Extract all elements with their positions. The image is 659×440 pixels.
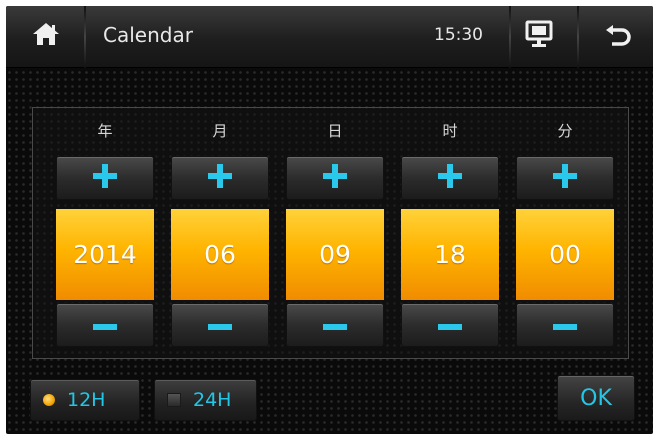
month-increment-button[interactable] (171, 156, 269, 200)
unselected-indicator-icon (167, 393, 181, 407)
header-divider (577, 6, 579, 68)
minus-icon (91, 316, 119, 335)
header-bar: Calendar 15:30 (6, 6, 653, 68)
24h-format-button[interactable]: 24H (154, 379, 257, 421)
minute-increment-button[interactable] (516, 156, 614, 200)
minus-icon (551, 316, 579, 335)
24h-label: 24H (193, 389, 232, 411)
month-decrement-button[interactable] (171, 303, 269, 347)
home-icon (31, 21, 61, 51)
clock: 15:30 (434, 25, 483, 45)
plus-icon (551, 162, 579, 194)
back-button[interactable] (598, 18, 638, 54)
minute-label: 分 (557, 122, 573, 140)
header-divider (509, 6, 511, 68)
page-title: Calendar (103, 23, 193, 47)
minus-icon (321, 316, 349, 335)
calendar-screen: Calendar 15:30 年 2014 月 06 日 09 时 18 分 0… (6, 6, 653, 434)
plus-icon (436, 162, 464, 194)
hour-value: 18 (401, 209, 499, 300)
ok-button[interactable]: OK (557, 375, 635, 421)
day-label: 日 (327, 122, 343, 140)
hour-increment-button[interactable] (401, 156, 499, 200)
month-label: 月 (212, 122, 228, 140)
selected-indicator-icon (43, 394, 55, 406)
day-decrement-button[interactable] (286, 303, 384, 347)
plus-icon (206, 162, 234, 194)
month-value: 06 (171, 209, 269, 300)
date-time-panel: 年 2014 月 06 日 09 时 18 分 00 (32, 107, 629, 359)
plus-icon (321, 162, 349, 194)
display-icon (524, 19, 554, 53)
home-button[interactable] (26, 20, 66, 52)
12h-format-button[interactable]: 12H (30, 379, 140, 421)
year-increment-button[interactable] (56, 156, 154, 200)
12h-label: 12H (67, 389, 106, 411)
minute-column: 分 00 (516, 108, 614, 360)
year-label: 年 (97, 122, 113, 140)
hour-label: 时 (442, 122, 458, 140)
day-column: 日 09 (286, 108, 384, 360)
year-column: 年 2014 (56, 108, 154, 360)
header-divider (84, 6, 86, 68)
day-increment-button[interactable] (286, 156, 384, 200)
plus-icon (91, 162, 119, 194)
minus-icon (436, 316, 464, 335)
month-column: 月 06 (171, 108, 269, 360)
minute-value: 00 (516, 209, 614, 300)
display-button[interactable] (520, 18, 558, 54)
day-value: 09 (286, 209, 384, 300)
hour-column: 时 18 (401, 108, 499, 360)
minus-icon (206, 316, 234, 335)
hour-decrement-button[interactable] (401, 303, 499, 347)
year-value: 2014 (56, 209, 154, 300)
minute-decrement-button[interactable] (516, 303, 614, 347)
year-decrement-button[interactable] (56, 303, 154, 347)
back-arrow-icon (603, 21, 633, 51)
